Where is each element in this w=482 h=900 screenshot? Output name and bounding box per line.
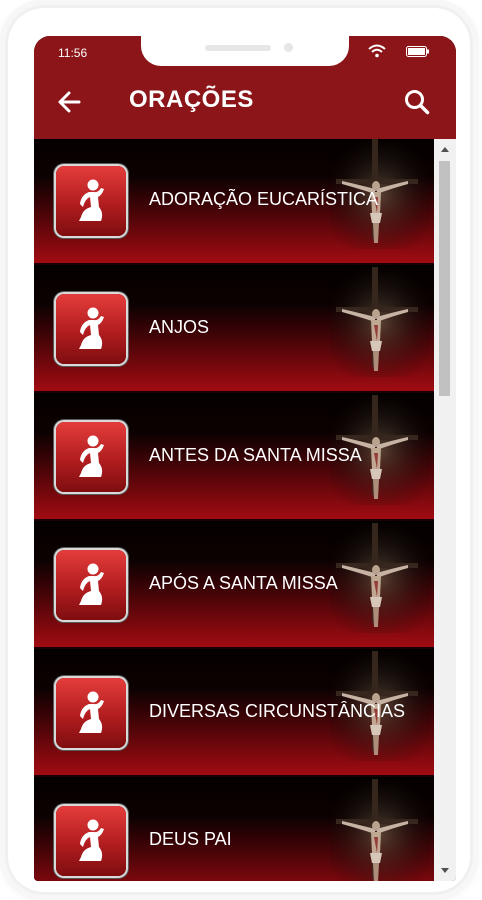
praying-person-icon [56,678,126,748]
praying-person-icon [56,166,126,236]
prayer-list-item[interactable]: ADORAÇÃO EUCARÍSTICA [34,139,434,265]
praying-person-icon [56,422,126,492]
praying-person-icon [56,294,126,364]
prayer-item-label: DEUS PAI [149,829,232,849]
battery-icon [406,46,429,57]
prayer-item-label: ANTES DA SANTA MISSA [149,445,362,465]
praying-figure-glyph [79,819,104,861]
praying-figure-glyph [79,691,104,733]
phone-notch [141,36,349,66]
page-title: ORAÇÕES [129,86,254,113]
praying-figure-glyph [79,179,104,221]
prayer-item-label: DIVERSAS CIRCUNSTÂNCIAS [149,701,406,721]
praying-figure-glyph [79,435,104,477]
wifi-icon [368,44,386,58]
prayer-item-label: APÓS A SANTA MISSA [149,573,338,593]
scroll-down-arrow[interactable] [441,868,449,873]
speaker [205,45,271,51]
back-button[interactable] [54,89,84,115]
scrollbar-thumb[interactable] [439,161,450,396]
app-header: 11:56 ORAÇÕES [34,36,456,139]
scrollbar[interactable] [434,139,456,881]
status-time: 11:56 [58,46,88,60]
app-screen: 11:56 ORAÇÕES ADORAÇÃO EUCARÍSTICA ANJOS… [34,36,456,881]
prayer-item-label: ANJOS [149,317,210,337]
praying-figure-glyph [79,563,104,605]
prayer-list-item[interactable]: DIVERSAS CIRCUNSTÂNCIAS [34,651,434,777]
camera [284,43,293,52]
prayer-list-item[interactable]: APÓS A SANTA MISSA [34,523,434,649]
praying-figure-glyph [79,307,104,349]
search-icon [405,90,430,115]
prayer-item-label: ADORAÇÃO EUCARÍSTICA [149,189,379,209]
prayer-list-item[interactable]: ANJOS [34,267,434,393]
arrow-left-icon [58,91,81,113]
prayer-list: ADORAÇÃO EUCARÍSTICA ANJOS ANTES DA SANTA … [34,139,434,881]
prayer-list-item[interactable]: ANTES DA SANTA MISSA [34,395,434,521]
search-button[interactable] [402,88,432,116]
phone-frame: 11:56 ORAÇÕES ADORAÇÃO EUCARÍSTICA ANJOS… [8,8,470,892]
praying-person-icon [56,806,126,876]
prayer-list-item[interactable]: DEUS PAI [34,779,434,881]
scroll-up-arrow[interactable] [441,147,449,152]
praying-person-icon [56,550,126,620]
